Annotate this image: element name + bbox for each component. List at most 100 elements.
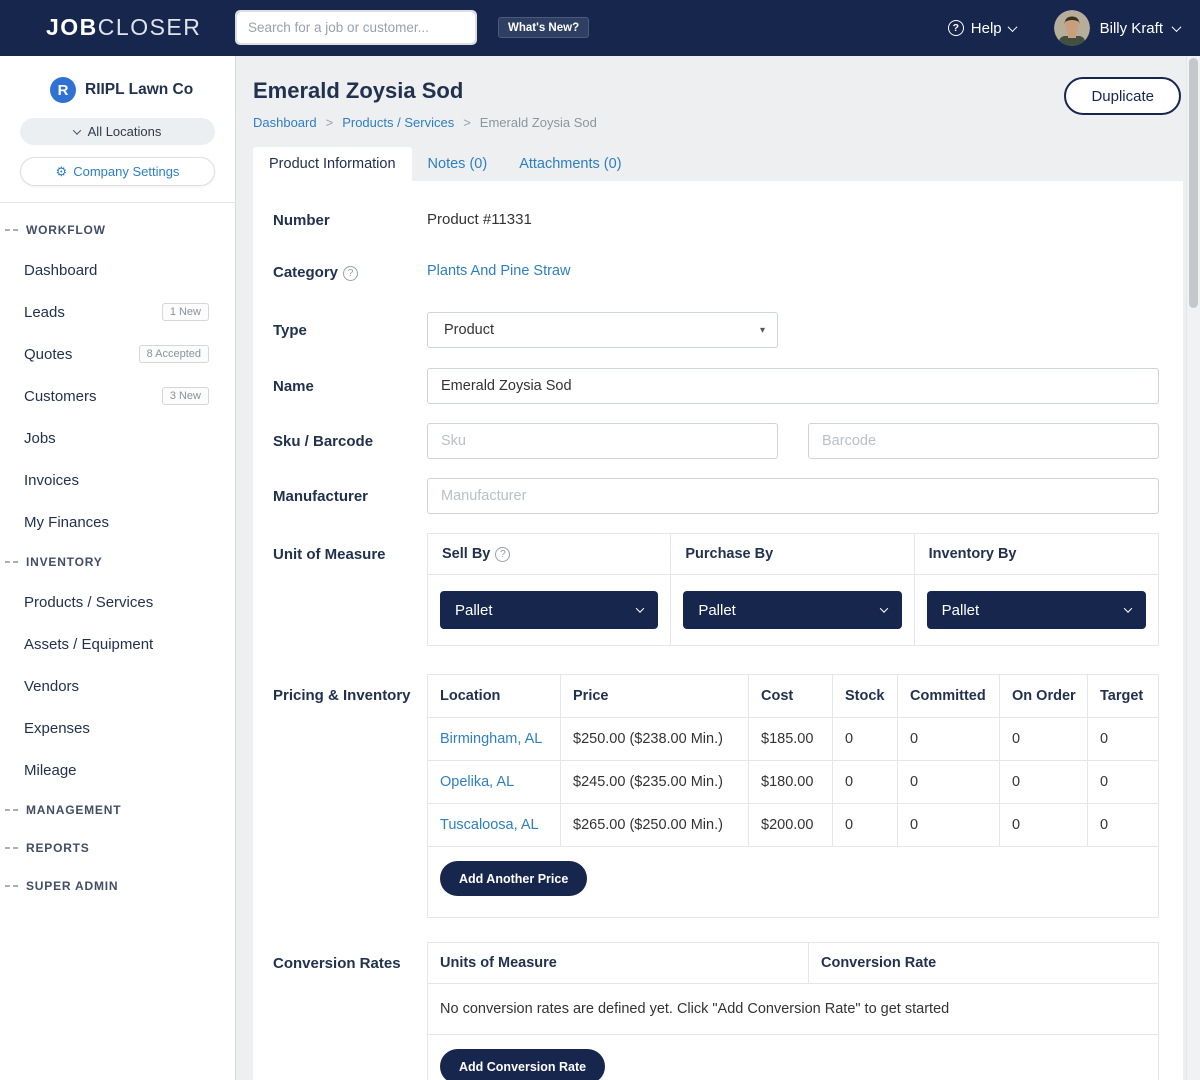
scrollbar-thumb[interactable] [1189,58,1198,308]
sidebar-item-label: Dashboard [24,262,97,279]
form-row-category: Category? Plants And Pine Straw [273,263,1159,282]
sidebar-item-customers[interactable]: Customers3 New [0,375,235,417]
app-logo[interactable]: JOBCLOSER [46,14,201,41]
name-input[interactable] [427,368,1159,404]
type-label: Type [273,321,427,340]
whats-new-button[interactable]: What's New? [498,17,589,38]
location-link[interactable]: Birmingham, AL [440,731,542,747]
conversion-col-units-of-measure: Units of Measure [428,943,809,983]
form-row-sku-barcode: Sku / Barcode [273,423,1159,459]
form-row-pricing-inventory: Pricing & Inventory LocationPriceCostSto… [273,674,1159,918]
sidebar-item-expenses[interactable]: Expenses [0,707,235,749]
conversion-rates-table: Units of MeasureConversion Rate No conve… [427,942,1159,1080]
sidebar-item-quotes[interactable]: Quotes8 Accepted [0,333,235,375]
tab-product-information[interactable]: Product Information [253,147,412,181]
manufacturer-label: Manufacturer [273,487,427,506]
type-select[interactable]: Product ▾ [427,312,778,348]
company-logo: R [50,77,76,103]
add-another-price-button[interactable]: Add Another Price [440,861,587,896]
sidebar-item-label: Leads [24,304,65,321]
category-link[interactable]: Plants And Pine Straw [427,263,1159,279]
sidebar-item-my-finances[interactable]: My Finances [0,501,235,543]
pricing-cell: $250.00 ($238.00 Min.) [561,718,749,761]
sell-by-select[interactable]: Pallet [440,591,658,629]
inventory-by-select[interactable]: Pallet [927,591,1146,629]
pricing-cell: 0 [833,804,898,847]
pricing-cell: 0 [898,804,1000,847]
pricing-col-location: Location [428,675,561,718]
sku-input[interactable] [427,423,778,459]
help-icon[interactable]: ? [495,547,510,562]
pricing-col-price: Price [561,675,749,718]
help-icon[interactable]: ? [343,266,358,281]
sidebar-item-mileage[interactable]: Mileage [0,749,235,791]
sidebar-item-invoices[interactable]: Invoices [0,459,235,501]
uom-column-sell-by: Sell By? [428,534,671,575]
location-link[interactable]: Tuscaloosa, AL [440,817,539,833]
breadcrumb-products-services[interactable]: Products / Services [342,115,454,130]
company-header: R RIIPL Lawn Co [0,56,235,103]
breadcrumb-emerald-zoysia-sod: Emerald Zoysia Sod [480,115,597,130]
sidebar-item-label: Vendors [24,678,79,695]
sidebar-section-management[interactable]: MANAGEMENT [0,791,235,829]
logo-text-light: CLOSER [98,14,202,40]
name-label: Name [273,377,427,396]
duplicate-button[interactable]: Duplicate [1064,77,1181,115]
help-menu[interactable]: ? Help [948,20,1016,37]
sidebar-item-leads[interactable]: Leads 1 New [0,291,235,333]
add-conversion-rate-button[interactable]: Add Conversion Rate [440,1049,605,1080]
sidebar-section-workflow[interactable]: WORKFLOW [0,211,235,249]
pricing-col-stock: Stock [833,675,898,718]
location-link[interactable]: Opelika, AL [440,774,514,790]
sidebar-item-label: Invoices [24,472,79,489]
manufacturer-input[interactable] [427,478,1159,514]
locations-dropdown[interactable]: All Locations [20,118,215,145]
tab-attachments-0[interactable]: Attachments (0) [503,147,637,181]
pricing-cell: 0 [898,761,1000,804]
sidebar-item-vendors[interactable]: Vendors [0,665,235,707]
unit-of-measure-table: Sell By?Purchase ByInventory ByPalletPal… [427,533,1159,646]
sidebar-section-inventory[interactable]: INVENTORY [0,543,235,581]
uom-column-purchase-by: Purchase By [671,534,914,575]
uom-cell-inventory-by: Pallet [915,575,1158,645]
number-value: Product #11331 [427,211,1159,228]
sidebar-section-super-admin[interactable]: SUPER ADMIN [0,867,235,905]
pricing-cell: 0 [1088,761,1159,804]
sidebar-item-label: Assets / Equipment [24,636,153,653]
company-settings-button[interactable]: ⚙ Company Settings [20,157,215,186]
conversion-empty-message: No conversion rates are defined yet. Cli… [428,984,1158,1035]
number-label: Number [273,211,427,230]
pricing-cell: $265.00 ($250.00 Min.) [561,804,749,847]
uom-cell-sell-by: Pallet [428,575,671,645]
barcode-input[interactable] [808,423,1159,459]
logo-text-bold: JOB [46,14,98,40]
sidebar-item-label: Quotes [24,346,72,363]
sidebar-item-dashboard[interactable]: Dashboard [0,249,235,291]
dash-icon [5,561,18,563]
sidebar-section-reports[interactable]: REPORTS [0,829,235,867]
sidebar-sections: WORKFLOW Dashboard Leads 1 New Quotes8 Accep… [0,203,235,905]
help-icon: ? [948,20,964,36]
status-badge: 1 New [162,303,209,321]
tab-notes-0[interactable]: Notes (0) [412,147,504,181]
chevron-down-icon [1007,22,1017,32]
scrollbar[interactable] [1186,56,1200,1080]
pricing-cell: 0 [1000,761,1088,804]
sidebar-item-assets-equipment[interactable]: Assets / Equipment [0,623,235,665]
uom-cell-purchase-by: Pallet [671,575,914,645]
sidebar-item-jobs[interactable]: Jobs [0,417,235,459]
breadcrumb-dashboard[interactable]: Dashboard [253,115,317,130]
purchase-by-select[interactable]: Pallet [683,591,901,629]
sidebar: R RIIPL Lawn Co All Locations ⚙ Company … [0,56,236,1080]
conversion-col-conversion-rate: Conversion Rate [809,943,1158,983]
form-row-conversion-rates: Conversion Rates Units of MeasureConvers… [273,942,1159,1080]
pricing-col-cost: Cost [749,675,833,718]
form-row-number: Number Product #11331 [273,211,1159,230]
sidebar-item-products-services[interactable]: Products / Services [0,581,235,623]
user-menu[interactable]: Billy Kraft [1054,10,1180,46]
pricing-cell: 0 [1000,804,1088,847]
pricing-cell: $245.00 ($235.00 Min.) [561,761,749,804]
form-row-unit-of-measure: Unit of Measure Sell By?Purchase ByInven… [273,533,1159,646]
sidebar-item-label: Expenses [24,720,90,737]
search-input[interactable] [237,12,475,43]
